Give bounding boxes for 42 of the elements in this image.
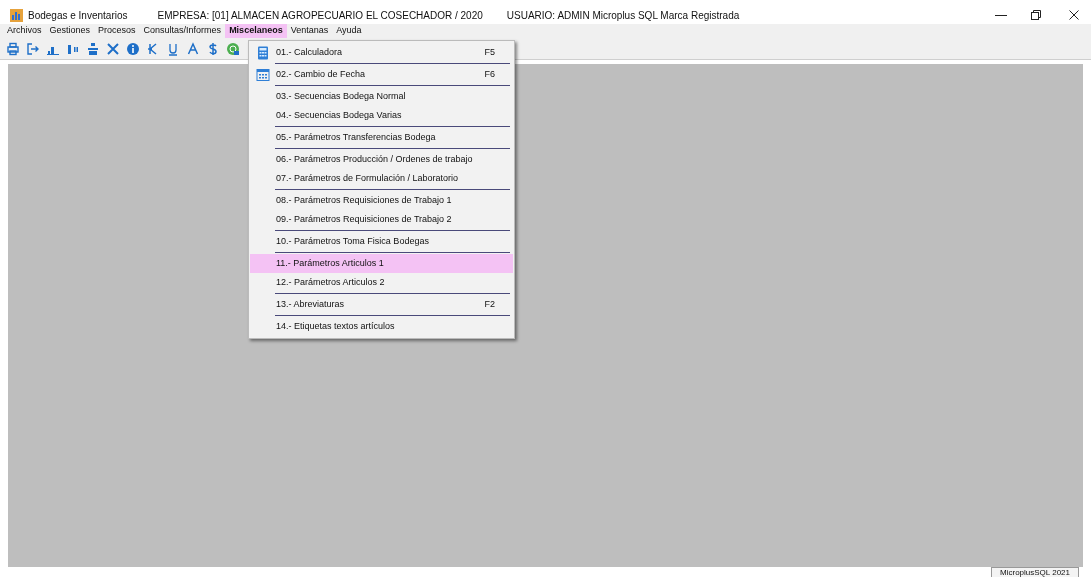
menu-item[interactable]: Ventanas [286, 24, 333, 38]
stacked-bars-icon[interactable] [86, 41, 100, 56]
dropdown-item[interactable]: 10.- Parámetros Toma Fisica Bodegas [250, 232, 513, 251]
status-text: MicroplusSQL 2021 [991, 567, 1079, 577]
globe-icon[interactable] [226, 41, 240, 56]
menu-item[interactable]: Archivos [3, 24, 46, 38]
info-icon[interactable] [126, 41, 140, 56]
menu-item[interactable]: Consultas/Informes [139, 24, 226, 38]
underline-icon[interactable] [166, 41, 180, 56]
dropdown-item[interactable]: 04.- Secuencias Bodega Varias [250, 106, 513, 125]
calculator-icon [257, 45, 269, 60]
dropdown-item[interactable]: 08.- Parámetros Requisiciones de Trabajo 1 [250, 191, 513, 210]
menu-item[interactable]: Ayuda [332, 24, 366, 38]
menu-item[interactable]: Gestiones [45, 24, 95, 38]
printer-icon[interactable] [6, 41, 20, 56]
dropdown-item[interactable]: 03.- Secuencias Bodega Normal [250, 87, 513, 106]
shortcut-label: F2 [484, 297, 495, 311]
dropdown-item[interactable]: 14.- Etiquetas textos artículos [250, 317, 513, 336]
dropdown-item[interactable]: 13.- Abreviaturas F2 [250, 295, 513, 314]
close-icon[interactable] [1069, 10, 1079, 20]
user-label: USUARIO: ADMIN Microplus SQL Marca Registrada [506, 8, 740, 23]
shortcut-label: F5 [484, 45, 495, 59]
dropdown-item[interactable]: 02.- Cambio de Fecha F6 [250, 65, 513, 84]
dollar-icon[interactable] [206, 41, 220, 56]
window-title: Bodegas e Inventarios [28, 8, 128, 23]
dropdown-item[interactable]: 09.- Parámetros Requisiciones de Trabajo 2 [250, 210, 513, 229]
restore-icon[interactable] [1031, 10, 1041, 20]
dropdown-item[interactable]: 11.- Parámetros Articulos 1 [250, 254, 513, 273]
company-label: EMPRESA: [01] ALMACEN AGROPECUARIO EL COSECHADOR / 2020 [157, 8, 483, 23]
app-logo-icon [10, 8, 23, 22]
dropdown-item[interactable]: 06.- Parámetros Producción / Ordenes de trabajo [250, 150, 513, 169]
dropdown-item[interactable]: 07.- Parámetros de Formulación / Laboratorio [250, 169, 513, 188]
dropdown-item[interactable]: 05.- Parámetros Transferencias Bodega [250, 128, 513, 147]
exit-icon[interactable] [26, 41, 40, 56]
dropdown-item[interactable]: 12.- Parámetros Articulos 2 [250, 273, 513, 292]
dropdown-item[interactable]: 01.- Calculadora F5 [250, 43, 513, 62]
menu-item[interactable]: Procesos [94, 24, 140, 38]
a-letter-icon[interactable] [186, 41, 200, 56]
shortcut-label: F6 [484, 67, 495, 81]
calendar-icon [256, 68, 270, 81]
minimize-button[interactable] [995, 14, 1007, 16]
menu-item[interactable]: Miscelaneos [225, 24, 287, 38]
